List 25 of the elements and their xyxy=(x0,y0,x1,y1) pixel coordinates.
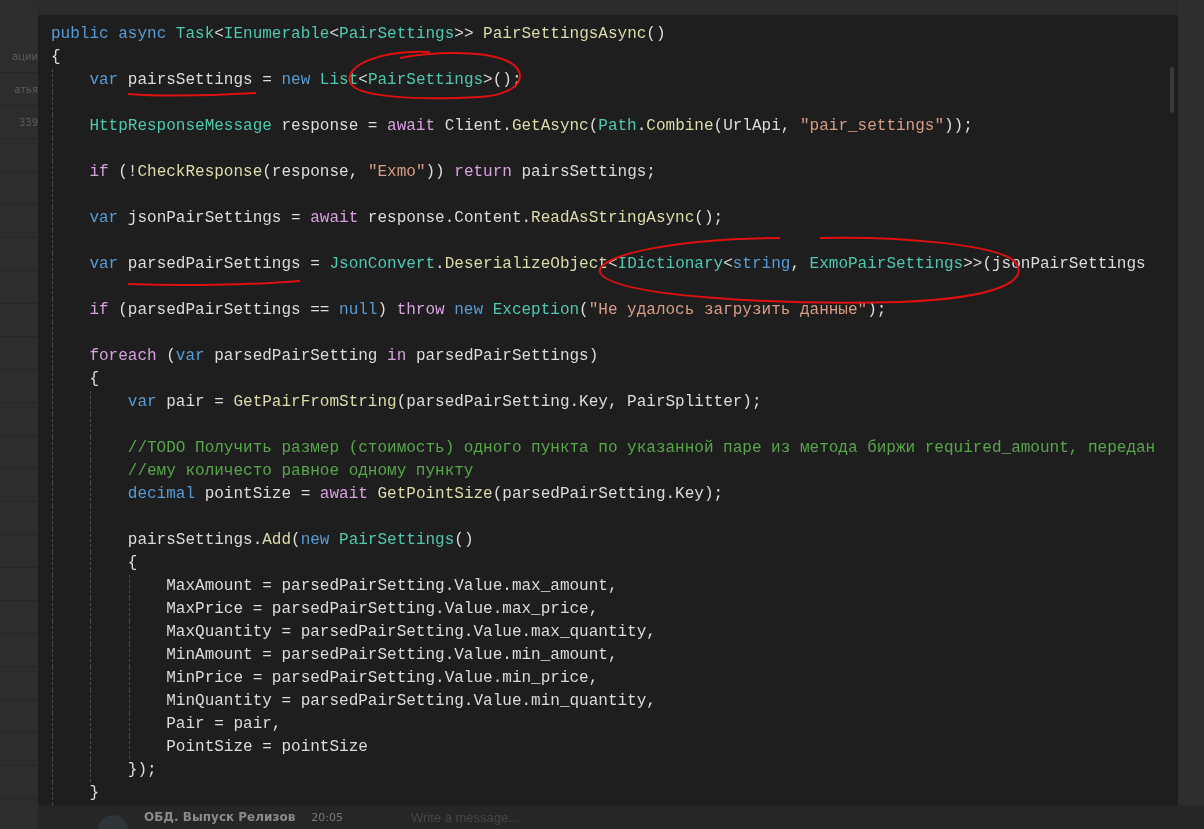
message-time: 20:05 xyxy=(311,810,343,824)
code-line: decimal pointSize = await GetPointSize(parsedPairSetting.Key); xyxy=(127,484,724,505)
code-line: MaxAmount = parsedPairSetting.Value.max_amount, xyxy=(166,576,618,597)
code-line: } xyxy=(89,783,99,804)
code-line: PointSize = pointSize xyxy=(166,737,368,758)
code-line: MinQuantity = parsedPairSetting.Value.min_quantity, xyxy=(166,691,656,712)
message-author: ОБД. Выпуск Релизов xyxy=(144,810,296,824)
code-line: HttpResponseMessage response = await Client.GetAsync(Path.Combine(UrlApi, "pair_settings")); xyxy=(89,116,973,137)
code-line: var pair = GetPairFromString(parsedPairSetting.Key, PairSplitter); xyxy=(127,392,762,413)
code-line: //TODO Получить размер (стоимость) одного пункта по указанной паре из метода биржи required_amount, передан xyxy=(127,438,1156,459)
code-line: Pair = pair, xyxy=(166,714,282,735)
code-line: if (!CheckResponse(response, "Exmo")) return pairsSettings; xyxy=(89,162,656,183)
code-line: var jsonPairSettings = await response.Content.ReadAsStringAsync(); xyxy=(89,208,724,229)
code-line: { xyxy=(127,553,138,574)
code-line: MaxQuantity = parsedPairSetting.Value.max_quantity, xyxy=(166,622,656,643)
code-line: //ему количесто равное одному пункту xyxy=(127,461,474,482)
code-line: MinAmount = parsedPairSetting.Value.min_amount, xyxy=(166,645,618,666)
code-line: MaxPrice = parsedPairSetting.Value.max_price, xyxy=(166,599,599,620)
code-line: foreach (var parsedPairSetting in parsedPairSettings) xyxy=(89,346,599,367)
code-line: public async Task<IEnumerable<PairSettings>> PairSettingsAsync() xyxy=(51,24,666,45)
code-line: { xyxy=(89,369,99,390)
code-line: { xyxy=(51,47,61,68)
code-line: }); xyxy=(127,760,157,781)
code-line: pairsSettings.Add(new PairSettings() xyxy=(127,530,474,551)
code-line: MinPrice = parsedPairSetting.Value.min_price, xyxy=(166,668,599,689)
